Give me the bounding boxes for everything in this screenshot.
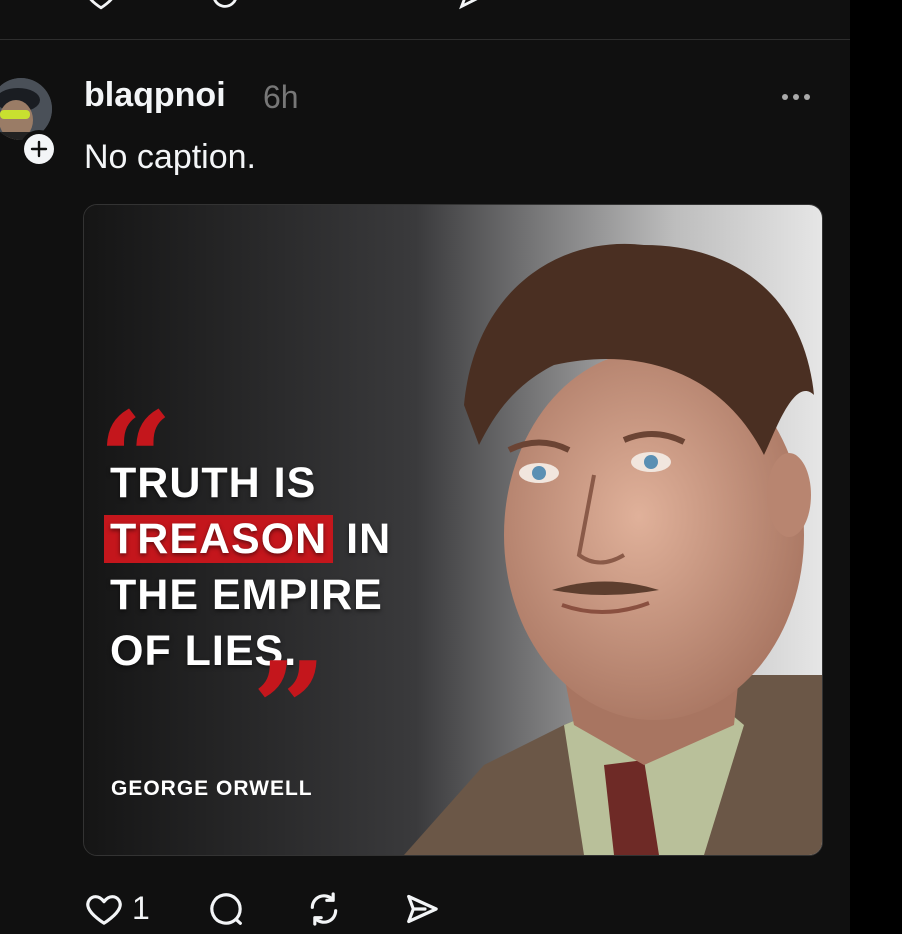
repost-icon (310, 892, 338, 926)
like-count: 1 (132, 890, 150, 926)
heart-icon[interactable] (84, 0, 118, 12)
post-caption: No caption. (84, 138, 256, 176)
quote-text: TRUTH IS TREASON IN THE EMPIRE OF LIES. (104, 455, 392, 679)
previous-post-actions (84, 0, 580, 10)
send-icon[interactable] (456, 0, 490, 12)
like-button[interactable] (84, 888, 124, 930)
quote-highlight: TREASON (104, 515, 334, 563)
quote-author: GEORGE ORWELL (111, 777, 313, 800)
username[interactable]: blaqpnoi (84, 76, 226, 115)
quote-line: TREASON IN (104, 511, 392, 567)
share-button[interactable] (402, 888, 442, 930)
follow-button[interactable] (20, 130, 58, 168)
divider (0, 39, 850, 40)
post-image[interactable]: “ TRUTH IS TREASON IN THE EMPIRE OF LIES… (83, 204, 823, 856)
repost-icon[interactable] (332, 0, 366, 12)
window-edge (850, 0, 902, 934)
timestamp: 6h (263, 79, 299, 115)
quote-line: THE EMPIRE (110, 571, 383, 619)
heart-icon (86, 895, 122, 925)
send-icon (407, 894, 438, 924)
comment-button[interactable] (206, 888, 246, 930)
quote-line: OF LIES. (110, 627, 298, 675)
comment-icon (210, 893, 242, 925)
repost-button[interactable] (304, 888, 344, 930)
quote-line: TRUTH IS (110, 459, 317, 507)
close-quote-mark: ” (252, 633, 327, 786)
feed: blaqpnoi 6h No caption. “ TRUTH IS TREAS… (0, 0, 850, 934)
comment-icon[interactable] (208, 0, 242, 12)
quote-line-rest: IN (333, 515, 392, 563)
more-icon[interactable] (778, 82, 814, 112)
plus-icon (30, 140, 48, 158)
